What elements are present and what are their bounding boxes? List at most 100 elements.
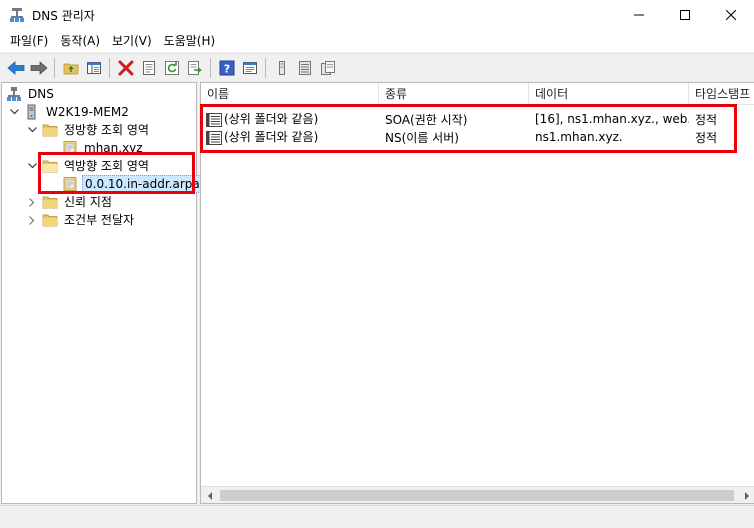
record-data: ns1.mhan.xyz. [535, 130, 623, 144]
menu-view[interactable]: 보기(V) [106, 30, 158, 52]
tree-node-forward-zones[interactable]: 정방향 조회 영역 [26, 121, 151, 139]
back-button[interactable] [4, 56, 27, 79]
table-row[interactable]: (상위 폴더와 같음) NS(이름 서버) ns1.mhan.xyz. 정적 [201, 128, 754, 146]
new-record-button[interactable] [270, 56, 293, 79]
scrollbar-thumb[interactable] [220, 490, 734, 501]
export-list-icon [187, 60, 202, 75]
folder-icon [42, 196, 58, 209]
record-name: (상위 폴더와 같음) [224, 112, 319, 127]
dns-root-icon [7, 87, 21, 101]
back-arrow-icon [6, 60, 24, 75]
tree-node-conditional-forwarders[interactable]: 조건부 전달자 [26, 211, 136, 229]
toolbar-separator [265, 57, 266, 78]
column-header-timestamp[interactable]: 타임스탬프 [689, 83, 754, 105]
copy-button[interactable] [316, 56, 339, 79]
maximize-icon [680, 10, 690, 20]
chevron-down-icon [27, 163, 37, 169]
chevron-right-icon [744, 491, 749, 500]
expand-toggle[interactable] [26, 196, 38, 208]
record-icon [206, 112, 222, 127]
toolbar-separator [109, 57, 110, 78]
close-icon [726, 10, 736, 20]
menu-action[interactable]: 동작(A) [54, 30, 106, 52]
help-icon: ? [219, 60, 234, 75]
menu-help[interactable]: 도움말(H) [158, 30, 222, 52]
chevron-down-icon [9, 109, 19, 115]
minimize-button[interactable] [616, 0, 662, 30]
tree-node-reverse-zones[interactable]: 역방향 조회 영역 [26, 157, 151, 175]
tree-node-dns-root[interactable]: DNS [6, 85, 56, 103]
tree-node-server[interactable]: W2K19-MEM2 [8, 103, 131, 121]
tree-label-selected: 0.0.10.in-addr.arpa [82, 175, 203, 193]
tree-node-forward-zone-item[interactable]: mhan.xyz [62, 139, 145, 157]
record-timestamp: 정적 [695, 112, 718, 127]
column-header-data[interactable]: 데이터 [529, 83, 689, 105]
tree-label: 정방향 조회 영역 [64, 123, 149, 137]
scroll-left-arrow[interactable] [201, 487, 218, 503]
delete-icon [118, 60, 133, 75]
toolbar-separator [210, 57, 211, 78]
window-title: DNS 관리자 [32, 8, 95, 23]
title-bar: DNS 관리자 [0, 0, 754, 30]
dns-manager-icon [9, 7, 25, 23]
up-folder-icon [63, 63, 78, 74]
chevron-down-icon [27, 127, 37, 133]
menu-file[interactable]: 파일(F) [4, 30, 54, 52]
chevron-right-icon [29, 215, 35, 225]
column-header-name[interactable]: 이름 [201, 83, 379, 105]
up-level-button[interactable] [59, 56, 82, 79]
cell-name: (상위 폴더와 같음) [201, 128, 379, 146]
expand-toggle[interactable] [26, 160, 38, 172]
list-header: 이름 종류 데이터 타임스탬프 [201, 83, 754, 105]
record-type: NS(이름 서버) [385, 130, 459, 145]
record-type: SOA(권한 시작) [385, 112, 468, 127]
copy-icon [320, 60, 335, 75]
folder-icon [42, 124, 58, 137]
console-view-button[interactable] [238, 56, 261, 79]
expand-toggle[interactable] [8, 106, 20, 118]
expand-toggle[interactable] [26, 214, 38, 226]
tree-label: DNS [28, 87, 54, 101]
tree-label: W2K19-MEM2 [46, 105, 129, 119]
scroll-right-arrow[interactable] [738, 487, 754, 503]
zone-file-icon [63, 177, 77, 191]
list-button[interactable] [293, 56, 316, 79]
forward-button[interactable] [27, 56, 50, 79]
record-icon [206, 130, 222, 145]
tree-label: mhan.xyz [84, 141, 143, 155]
record-data: [16], ns1.mhan.xyz., web. [535, 112, 689, 126]
svg-text:?: ? [223, 62, 229, 75]
delete-button[interactable] [114, 56, 137, 79]
tree-label: 조건부 전달자 [64, 213, 135, 227]
properties-button[interactable] [137, 56, 160, 79]
folder-icon [42, 214, 58, 227]
maximize-button[interactable] [662, 0, 708, 30]
expand-toggle[interactable] [26, 124, 38, 136]
column-header-type[interactable]: 종류 [379, 83, 529, 105]
record-timestamp: 정적 [695, 130, 718, 145]
records-list-pane[interactable]: 이름 종류 데이터 타임스탬프 (상위 폴더와 같음) SOA(권한 시작) [… [200, 82, 754, 504]
chevron-left-icon [207, 491, 212, 500]
show-hide-tree-icon [86, 61, 101, 74]
console-view-icon [242, 61, 257, 74]
console-tree-pane[interactable]: DNS W2K19-MEM2 정방향 조회 영역 mhan.xyz 역방향 조회… [1, 82, 203, 504]
cell-name: (상위 폴더와 같음) [201, 110, 379, 128]
zone-file-icon [63, 141, 77, 155]
table-row[interactable]: (상위 폴더와 같음) SOA(권한 시작) [16], ns1.mhan.xy… [201, 110, 754, 128]
list-icon [298, 60, 311, 75]
toolbar: ? [0, 53, 754, 81]
tree-node-trust-points[interactable]: 신뢰 지점 [26, 193, 114, 211]
refresh-icon [164, 60, 179, 75]
minimize-icon [634, 14, 644, 16]
export-list-button[interactable] [183, 56, 206, 79]
show-hide-tree-button[interactable] [82, 56, 105, 79]
close-button[interactable] [708, 0, 754, 30]
horizontal-scrollbar[interactable] [201, 486, 754, 503]
tree-node-reverse-zone-item[interactable]: 0.0.10.in-addr.arpa [62, 175, 203, 193]
forward-arrow-icon [30, 60, 48, 75]
record-name: (상위 폴더와 같음) [224, 130, 319, 145]
server-icon [27, 104, 36, 120]
help-button[interactable]: ? [215, 56, 238, 79]
tree-label: 역방향 조회 영역 [64, 159, 149, 173]
refresh-button[interactable] [160, 56, 183, 79]
